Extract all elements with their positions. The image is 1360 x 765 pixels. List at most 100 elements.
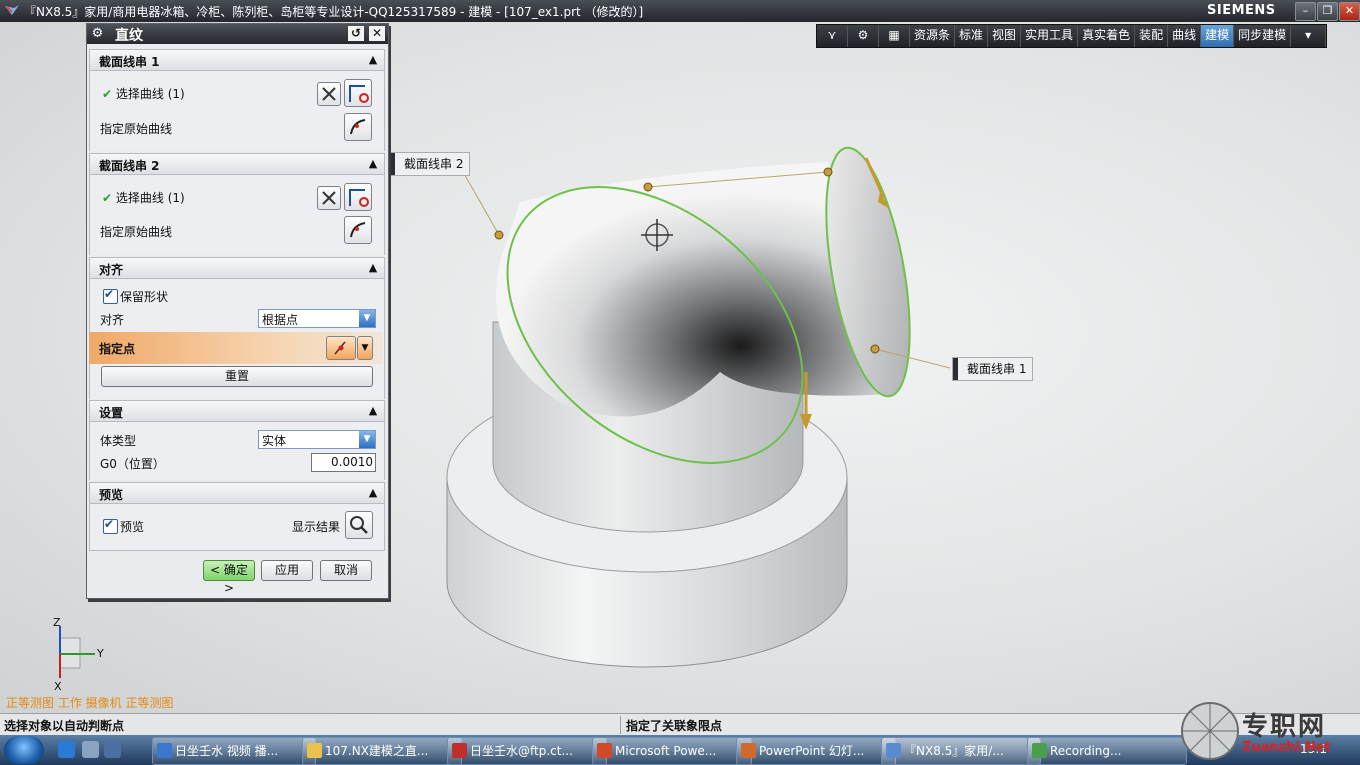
start-button-icon[interactable] [4,736,44,764]
dialog-close-icon[interactable]: ✕ [369,26,385,41]
align-value: 根据点 [262,313,299,327]
specify-point-label: 指定点 [99,342,136,356]
keep-shape-checkbox[interactable] [103,287,118,304]
status-message: 指定了关联象限点 [626,719,723,733]
tab-true-shading[interactable]: 真实着色 [1078,25,1136,47]
restore-icon[interactable]: ❐ [1317,2,1338,21]
tab-standard[interactable]: 标准 [955,25,989,47]
minimize-icon[interactable]: – [1295,2,1316,21]
ok-button[interactable]: < 确定 > [203,560,255,595]
section2-body: ✔ 选择曲线 (1) 指定原始曲线 [89,175,385,255]
view-name: 正等测图 工作 摄像机 正等测图 [6,696,174,710]
body-type-label: 体类型 [100,434,137,448]
callout-section-2: 截面线串 2 [389,152,471,176]
settings-header[interactable]: 设置 ▲ [89,400,385,422]
close-icon[interactable]: ✕ [1339,2,1360,21]
cancel-button[interactable]: 取消 [320,560,372,581]
tab-utility[interactable]: 实用工具 [1021,25,1079,47]
body-type-value: 实体 [262,434,287,448]
curve-rule-icon[interactable] [344,183,372,211]
tab-modeling[interactable]: 建模 [1201,25,1235,47]
section1-header[interactable]: 截面线串 1 ▲ [89,49,385,71]
ribbon-options-icon[interactable]: ▾ [1291,25,1327,47]
siemens-brand: SIEMENS [1207,3,1276,18]
ribbon-toolbar: ⋎ ⚙ ▦ 资源条 标准 视图 实用工具 真实着色 装配 曲线 建模 同步建模 … [816,24,1328,48]
align-title: 对齐 [99,263,124,277]
specify-point-row[interactable]: 指定点 ▼ [89,332,383,364]
point-inference-icon[interactable] [326,336,356,360]
align-header[interactable]: 对齐 ▲ [89,257,385,279]
watermark-en: Zuanzhi.Net [1242,740,1331,755]
body-type-dropdown[interactable]: 实体 ▼ [258,430,376,449]
reverse-direction-icon[interactable] [317,186,341,210]
section1-select-curve: ✔ 选择曲线 (1) [102,85,185,102]
tab-sync-modeling[interactable]: 同步建模 [1234,25,1292,47]
origin-curve-icon[interactable] [344,113,372,141]
point-dropdown-icon[interactable]: ▼ [357,336,373,360]
watermark-zh: 专职网 [1242,712,1327,742]
g0-label: G0（位置） [100,457,165,471]
tab-resource-bar[interactable]: 资源条 [910,25,956,47]
settings-title: 设置 [99,406,124,420]
explorer-icon[interactable] [82,741,99,758]
section2-title: 截面线串 2 [99,159,160,173]
dialog-header: ⚙ 直纹 ↺ ✕ [87,24,388,44]
grid-icon[interactable]: ▦ [879,25,910,47]
preview-checkbox[interactable] [103,517,118,534]
callout-section-2-label: 截面线串 2 [404,157,464,171]
ruled-dialog: ⚙ 直纹 ↺ ✕ 截面线串 1 ▲ ✔ 选择曲线 (1) 指定原始曲线 截面线串… [86,23,389,599]
axis-z-label: Z [53,616,61,629]
origin-curve-icon[interactable] [344,216,372,244]
task-ftp[interactable]: 日坐壬水@ftp.ct... [447,737,607,765]
chevron-down-icon[interactable]: ▼ [359,310,375,327]
reset-button[interactable]: 重置 [101,366,373,387]
task-powerpoint[interactable]: Microsoft Powe... [592,737,752,765]
section1-origin-curve: 指定原始曲线 [100,122,173,136]
nx-logo-icon [5,5,19,15]
task-label: 107.NX建模之直... [325,744,429,758]
align-dropdown[interactable]: 根据点 ▼ [258,309,376,328]
chevron-up-icon[interactable]: ▲ [364,402,382,419]
show-result-label: 显示结果 [292,520,341,534]
reverse-direction-icon[interactable] [317,82,341,106]
watermark-globe-icon [1181,702,1239,760]
section2-origin-curve: 指定原始曲线 [100,225,173,239]
apply-button[interactable]: 应用 [261,560,313,581]
callout-section-1-label: 截面线串 1 [967,362,1027,376]
task-label: 日坐壬水 视频 播... [175,744,279,758]
show-desktop-icon[interactable] [104,741,121,758]
dialog-gear-icon[interactable]: ⚙ [90,26,105,41]
ie-icon[interactable] [58,741,75,758]
section2-select-curve: ✔ 选择曲线 (1) [102,189,185,206]
task-nx[interactable]: 『NX8.5』家用/... [881,737,1041,765]
chevron-up-icon[interactable]: ▲ [364,155,382,172]
chevron-down-icon[interactable]: ▼ [359,431,375,448]
curve-rule-icon[interactable] [344,79,372,107]
preview-header[interactable]: 预览 ▲ [89,482,385,504]
g0-tolerance-input[interactable]: 0.0010 [311,453,376,472]
chevron-up-icon[interactable]: ▲ [364,484,382,501]
dialog-title: 直纹 [115,28,143,44]
task-video[interactable]: 日坐壬水 视频 播... [152,737,316,765]
watermark: 专职网 Zuanzhi.Net [1178,698,1360,765]
reset-dialog-icon[interactable]: ↺ [348,26,364,41]
preview-label: 预览 [120,520,145,534]
chevron-up-icon[interactable]: ▲ [364,259,382,276]
taskbar: 日坐壬水 视频 播... 107.NX建模之直... 日坐壬水@ftp.ct..… [0,735,1360,765]
task-folder[interactable]: 107.NX建模之直... [302,737,462,765]
preview-body: 预览 显示结果 [89,504,385,551]
tab-assembly[interactable]: 装配 [1135,25,1169,47]
chevron-up-icon[interactable]: ▲ [364,51,382,68]
section2-select-curve-label: 选择曲线 (1) [115,191,185,205]
gear-icon[interactable]: ⚙ [848,25,879,47]
task-recording[interactable]: Recording... [1027,737,1187,765]
keep-shape-label: 保留形状 [120,290,169,304]
section2-header[interactable]: 截面线串 2 ▲ [89,153,385,175]
task-slideshow[interactable]: PowerPoint 幻灯... [736,737,896,765]
check-icon: ✔ [102,191,113,205]
show-result-magnifier-icon[interactable] [345,511,373,539]
tab-view[interactable]: 视图 [988,25,1022,47]
tab-curve[interactable]: 曲线 [1168,25,1202,47]
window-title: 『NX8.5』家用/商用电器冰箱、冷柜、陈列柜、岛柜等专业设计-QQ125317… [24,5,644,19]
nx-menu-icon[interactable]: ⋎ [817,25,848,47]
